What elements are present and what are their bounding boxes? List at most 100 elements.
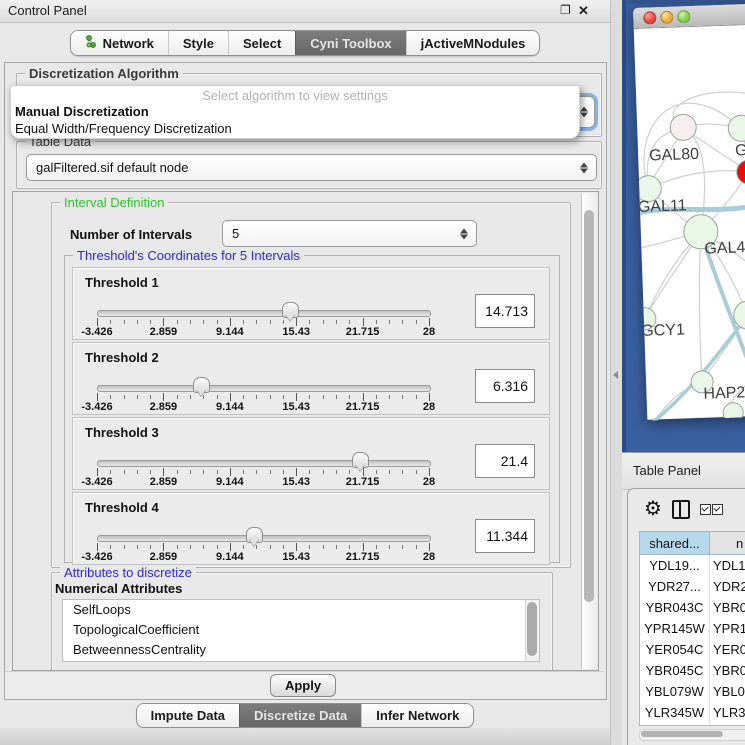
numerical-attributes-list[interactable]: SelfLoopsTopologicalCoefficientBetweenne… <box>62 599 540 662</box>
cell-name[interactable]: YDL1 <box>710 555 745 576</box>
tick-mark <box>323 395 324 399</box>
threshold-slider-track[interactable] <box>97 385 431 392</box>
collapse-arrow-icon[interactable] <box>613 371 618 379</box>
tick-mark <box>376 320 377 324</box>
cell-name[interactable]: YER0 <box>710 639 745 660</box>
table-panel-header: Table Panel <box>622 452 745 490</box>
tick-mark <box>296 543 297 551</box>
popup-option-manual-discretization[interactable]: Manual Discretization <box>15 104 149 119</box>
attribute-list-item[interactable]: BetweennessCentrality <box>63 640 539 660</box>
table-row[interactable]: YIL053C YIL0 <box>640 723 745 726</box>
checkbox-icon[interactable] <box>700 504 711 515</box>
tick-mark <box>256 395 257 399</box>
close-traffic-light-icon[interactable] <box>643 11 656 24</box>
close-icon[interactable]: ✕ <box>578 3 589 19</box>
tick-mark <box>389 395 390 399</box>
cell-shared-name[interactable]: YDL19... <box>640 555 710 576</box>
number-of-intervals-combobox[interactable]: 5 <box>222 220 477 247</box>
cell-name[interactable]: YBR0 <box>710 660 745 681</box>
cell-name[interactable]: YPR1 <box>710 618 745 639</box>
threshold-value-field[interactable]: 14.713 <box>475 294 535 328</box>
tab-impute-data[interactable]: Impute Data <box>137 704 239 727</box>
threshold-value-field[interactable]: 6.316 <box>475 369 535 403</box>
cell-shared-name[interactable]: YBR045C <box>640 660 710 681</box>
threshold-value-field[interactable]: 21.4 <box>475 444 535 478</box>
table-horizontal-scrollbar[interactable] <box>639 729 745 741</box>
tab-jactivemnodules[interactable]: jActiveMNodules <box>406 31 540 55</box>
table-row[interactable]: YBR045C YBR0 <box>640 660 745 681</box>
threshold-panel: Threshold 3 -3.4262.8599.14415.4321.7152… <box>72 417 550 490</box>
tab-infer-network[interactable]: Infer Network <box>361 704 473 727</box>
network-node-bottom[interactable] <box>723 402 744 420</box>
cell-shared-name[interactable]: YBL079W <box>640 681 710 702</box>
number-of-intervals-label: Number of Intervals <box>70 227 192 242</box>
tick-mark <box>150 395 151 399</box>
table-row[interactable]: YDL19... YDL1 <box>640 555 745 576</box>
network-node-GAL80[interactable] <box>670 114 697 141</box>
network-view-window[interactable]: GAL80GACGAL11GAL4GCY1HHAP2 <box>633 3 745 420</box>
attribute-list-item[interactable]: TopologicalCoefficient <box>63 620 539 640</box>
table-row[interactable]: YLR345W YLR3 <box>640 702 745 723</box>
network-graph[interactable]: GAL80GACGAL11GAL4GCY1HHAP2 <box>634 24 745 421</box>
tab-style[interactable]: Style <box>168 31 228 55</box>
threshold-slider-thumb[interactable] <box>246 527 263 543</box>
threshold-slider-thumb[interactable] <box>282 302 299 318</box>
table-row[interactable]: YBR043C YBR0 <box>640 597 745 618</box>
float-window-icon[interactable]: ❐ <box>560 3 571 17</box>
threshold-slider-thumb[interactable] <box>193 377 210 393</box>
table-row[interactable]: YDR27... YDR2 <box>640 576 745 597</box>
cell-name[interactable]: YBL0 <box>710 681 745 702</box>
attributes-list-scrollbar[interactable] <box>525 600 539 661</box>
threshold-value-field[interactable]: 11.344 <box>475 519 535 553</box>
table-row[interactable]: YER054C YER0 <box>640 639 745 660</box>
interval-definition-group: Interval Definition Number of Intervals … <box>51 202 571 568</box>
threshold-slider-track[interactable] <box>97 535 431 542</box>
apply-button[interactable]: Apply <box>270 674 336 697</box>
cell-name[interactable]: YBR0 <box>710 597 745 618</box>
tick-mark <box>137 470 138 474</box>
tab-discretize-data[interactable]: Discretize Data <box>239 704 361 727</box>
scrollbar-thumb[interactable] <box>584 210 594 602</box>
cell-shared-name[interactable]: YBR043C <box>640 597 710 618</box>
cell-shared-name[interactable]: YIL053C <box>640 723 710 726</box>
table-data-combobox[interactable]: galFiltered.sif default node <box>26 154 597 181</box>
tab-network[interactable]: Network <box>71 31 168 55</box>
table-row[interactable]: YBL079W YBL0 <box>640 681 745 702</box>
threshold-slider-track[interactable] <box>97 310 431 317</box>
settings-vertical-scrollbar[interactable] <box>581 193 597 669</box>
gear-icon[interactable]: ⚙ <box>644 496 662 521</box>
scrollbar-thumb[interactable] <box>527 602 537 656</box>
minimize-traffic-light-icon[interactable] <box>660 11 673 24</box>
cell-shared-name[interactable]: YLR345W <box>640 702 710 723</box>
scrollbar-thumb[interactable] <box>641 731 723 737</box>
cell-shared-name[interactable]: YDR27... <box>640 576 710 597</box>
zoom-traffic-light-icon[interactable] <box>677 10 690 23</box>
tab-select[interactable]: Select <box>228 31 295 55</box>
node-table[interactable]: shared... n YDL19... YDL1 YDR27... YDR2 … <box>639 531 745 726</box>
split-columns-icon[interactable] <box>672 500 690 519</box>
table-row[interactable]: YPR145W YPR1 <box>640 618 745 639</box>
cell-shared-name[interactable]: YPR145W <box>640 618 710 639</box>
attribute-list-item[interactable]: SelfLoops <box>63 600 539 620</box>
threshold-slider-thumb[interactable] <box>352 452 369 468</box>
network-canvas[interactable]: GAL80GACGAL11GAL4GCY1HHAP2 <box>634 24 745 421</box>
cell-name[interactable]: YIL0 <box>710 723 745 726</box>
tick-mark <box>177 470 178 474</box>
network-node-red[interactable] <box>736 160 745 185</box>
tick-mark <box>97 393 98 401</box>
tick-label: 21.715 <box>346 476 380 488</box>
tab-cyni-toolbox[interactable]: Cyni Toolbox <box>295 31 405 55</box>
tick-mark <box>190 470 191 474</box>
popup-option-equal-width-frequency[interactable]: Equal Width/Frequency Discretization <box>15 121 232 136</box>
network-edge[interactable] <box>648 170 745 189</box>
tab-jactivemnodules-label: jActiveMNodules <box>421 36 526 51</box>
column-header-shared-name[interactable]: shared... <box>640 532 710 554</box>
column-header-name[interactable]: n <box>710 532 745 554</box>
cell-name[interactable]: YLR3 <box>710 702 745 723</box>
numerical-attributes-label: Numerical Attributes <box>55 581 182 596</box>
numerical-attributes-items: SelfLoopsTopologicalCoefficientBetweenne… <box>63 600 539 660</box>
checkbox-icon[interactable] <box>712 504 723 515</box>
cell-shared-name[interactable]: YER054C <box>640 639 710 660</box>
cell-name[interactable]: YDR2 <box>710 576 745 597</box>
threshold-slider-track[interactable] <box>97 460 431 467</box>
